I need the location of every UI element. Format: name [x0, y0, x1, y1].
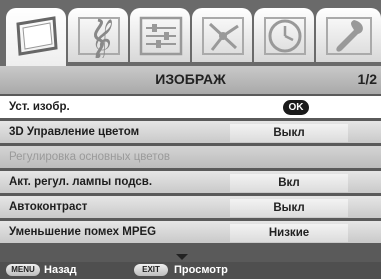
menu-item-base-color-adjustment: Регулировка основных цветов [0, 146, 381, 168]
menu-item-label: Автоконтраст [9, 201, 88, 213]
menu-item-label: Уст. изобр. [9, 101, 70, 113]
setup-icon [326, 17, 372, 55]
tab-timer[interactable] [254, 8, 314, 62]
menu-item-label: 3D Управление цветом [9, 126, 140, 138]
menu-item-value: Выкл [230, 124, 348, 142]
sound-icon: 𝄞 [78, 17, 120, 58]
menu-item-active-backlight[interactable]: Акт. регул. лампы подсв. Вкл [0, 171, 381, 193]
menu-item-label: Уменьшение помех MPEG [9, 226, 157, 238]
menu-title-bar: ИЗОБРАЖ 1/2 [0, 66, 381, 94]
menu-item-value: Вкл [230, 174, 348, 192]
back-hint: Назад [44, 264, 77, 276]
menu-item-picture-settings[interactable]: Уст. изобр. OK [0, 96, 381, 118]
tab-picture[interactable] [6, 8, 66, 66]
category-tab-bar: 𝄞 [0, 0, 381, 66]
footer-bar: MENU Назад EXIT Просмотр [0, 262, 381, 279]
tab-connection[interactable] [192, 8, 252, 62]
exit-key-badge: EXIT [134, 264, 168, 276]
scroll-down-icon[interactable] [176, 254, 188, 260]
menu-item-value: Выкл [230, 199, 348, 217]
menu-key-badge: MENU [6, 264, 40, 276]
page-indicator: 1/2 [357, 71, 377, 87]
tab-setup[interactable] [316, 8, 381, 62]
menu-item-value: Низкие [230, 224, 348, 242]
menu-item-mpeg-noise-reduction[interactable]: Уменьшение помех MPEG Низкие [0, 221, 381, 243]
menu-item-auto-contrast[interactable]: Автоконтраст Выкл [0, 196, 381, 218]
timer-icon [264, 17, 306, 55]
tab-settings[interactable] [130, 8, 190, 62]
menu-item-label: Регулировка основных цветов [9, 151, 170, 163]
picture-icon [16, 16, 58, 56]
ok-badge: OK [283, 100, 309, 115]
connection-icon [202, 17, 244, 55]
menu-item-3d-color-management[interactable]: 3D Управление цветом Выкл [0, 121, 381, 143]
settings-icon [139, 16, 183, 56]
menu-title: ИЗОБРАЖ [155, 71, 226, 87]
tab-sound[interactable]: 𝄞 [68, 8, 128, 62]
menu-item-label: Акт. регул. лампы подсв. [9, 176, 153, 188]
tv-menu-screen: 𝄞 ИЗОБРАЖ 1/2 Уст. изобр. OK 3D Управлен… [0, 0, 381, 279]
view-hint: Просмотр [174, 264, 228, 276]
